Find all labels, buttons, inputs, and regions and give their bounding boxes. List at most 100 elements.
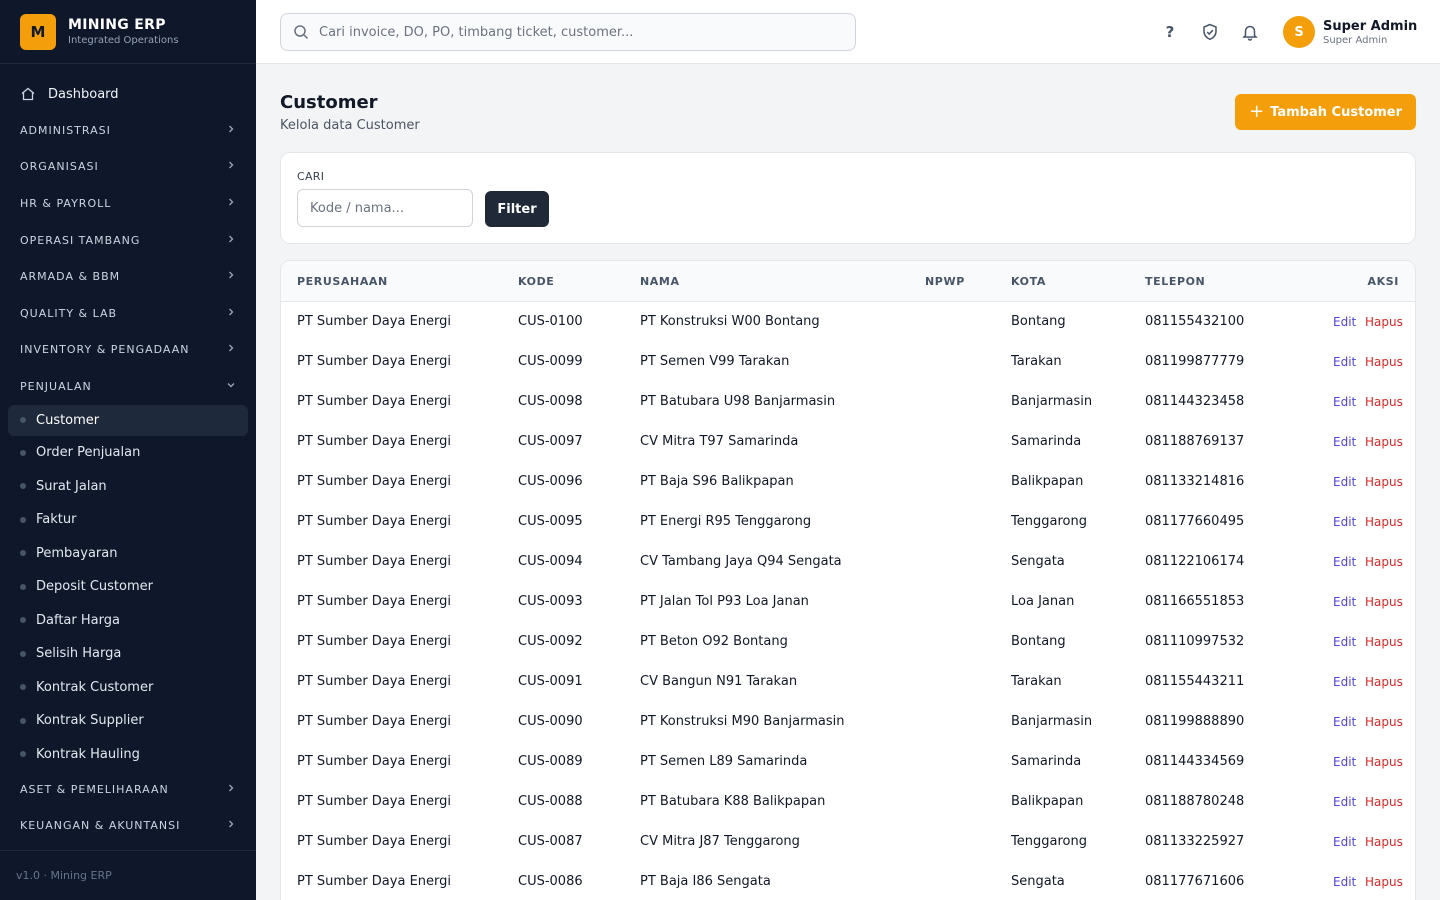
delete-link[interactable]: Hapus xyxy=(1365,675,1403,689)
cell-kode: CUS-0089 xyxy=(518,754,583,769)
cell-kota: Banjarmasin xyxy=(1011,714,1093,729)
table-row[interactable]: PT Sumber Daya Energi CUS-0087 CV Mitra J8… xyxy=(281,822,1415,862)
edit-link[interactable]: Edit xyxy=(1333,555,1356,569)
sidebar-item-pembayaran[interactable]: Pembayaran xyxy=(8,536,248,570)
sidebar-section-aset-and-pemeliharaan[interactable]: ASET & PEMELIHARAAN xyxy=(0,771,256,808)
edit-link[interactable]: Edit xyxy=(1333,435,1356,449)
edit-link[interactable]: Edit xyxy=(1333,715,1356,729)
sidebar-section-administrasi[interactable]: ADMINISTRASI xyxy=(0,112,256,149)
global-search[interactable] xyxy=(280,13,856,51)
delete-link[interactable]: Hapus xyxy=(1365,595,1403,609)
delete-link[interactable]: Hapus xyxy=(1365,515,1403,529)
column-header-nama[interactable]: NAMA xyxy=(640,275,680,288)
delete-link[interactable]: Hapus xyxy=(1365,395,1403,409)
sidebar-item-kontrak-hauling[interactable]: Kontrak Hauling xyxy=(8,737,248,771)
table-row[interactable]: PT Sumber Daya Energi CUS-0089 PT Semen L8… xyxy=(281,742,1415,782)
cell-kode: CUS-0100 xyxy=(518,314,583,329)
user-menu[interactable]: S Super Admin Super Admin xyxy=(1283,16,1417,48)
delete-link[interactable]: Hapus xyxy=(1365,435,1403,449)
sidebar-item-kontrak-supplier[interactable]: Kontrak Supplier xyxy=(8,704,248,738)
table-row[interactable]: PT Sumber Daya Energi CUS-0094 CV Tambang … xyxy=(281,542,1415,582)
column-header-npwp[interactable]: NPWP xyxy=(925,275,965,288)
delete-link[interactable]: Hapus xyxy=(1365,555,1403,569)
search-input[interactable] xyxy=(319,24,839,40)
sidebar-section-hr-and-payroll[interactable]: HR & PAYROLL xyxy=(0,185,256,222)
sidebar-item-label: Kontrak Customer xyxy=(36,679,154,695)
delete-link[interactable]: Hapus xyxy=(1365,795,1403,809)
sidebar-section-inventory-and-pengadaan[interactable]: INVENTORY & PENGADAAN xyxy=(0,332,256,369)
delete-link[interactable]: Hapus xyxy=(1365,715,1403,729)
delete-link[interactable]: Hapus xyxy=(1365,355,1403,369)
bullet-icon xyxy=(20,583,26,590)
column-header-perusahaan[interactable]: PERUSAHAAN xyxy=(297,275,388,288)
sidebar-item-dashboard[interactable]: Dashboard xyxy=(0,76,256,112)
filter-button[interactable]: Filter xyxy=(485,191,549,227)
table-row[interactable]: PT Sumber Daya Energi CUS-0095 PT Energi R… xyxy=(281,502,1415,542)
sidebar-section-operasi-tambang[interactable]: OPERASI TAMBANG xyxy=(0,222,256,259)
table-row[interactable]: PT Sumber Daya Energi CUS-0086 PT Baja I86… xyxy=(281,862,1415,900)
add-customer-button[interactable]: + Tambah Customer xyxy=(1235,94,1416,130)
sidebar-item-daftar-harga[interactable]: Daftar Harga xyxy=(8,603,248,637)
edit-link[interactable]: Edit xyxy=(1333,875,1356,889)
sidebar-item-order-penjualan[interactable]: Order Penjualan xyxy=(8,436,248,470)
delete-link[interactable]: Hapus xyxy=(1365,875,1403,889)
column-header-aksi[interactable]: AKSI xyxy=(1368,275,1399,288)
table-row[interactable]: PT Sumber Daya Energi CUS-0091 CV Bangun N… xyxy=(281,662,1415,702)
cell-nama: PT Batubara U98 Banjarmasin xyxy=(640,394,836,409)
sidebar-item-selisih-harga[interactable]: Selisih Harga xyxy=(8,637,248,671)
sidebar-item-customer[interactable]: Customer xyxy=(8,404,248,436)
delete-link[interactable]: Hapus xyxy=(1365,835,1403,849)
table-row[interactable]: PT Sumber Daya Energi CUS-0088 PT Batubara… xyxy=(281,782,1415,822)
cell-kode: CUS-0094 xyxy=(518,554,583,569)
help-icon[interactable]: ? xyxy=(1160,20,1180,44)
page-title: Customer xyxy=(280,92,378,113)
brand[interactable]: M MINING ERP Integrated Operations xyxy=(0,0,256,64)
shield-check-icon[interactable] xyxy=(1200,20,1220,44)
filter-search-input[interactable] xyxy=(297,189,473,227)
sidebar-item-faktur[interactable]: Faktur xyxy=(8,503,248,537)
delete-link[interactable]: Hapus xyxy=(1365,315,1403,329)
edit-link[interactable]: Edit xyxy=(1333,475,1356,489)
sidebar-section-quality-and-lab[interactable]: QUALITY & LAB xyxy=(0,295,256,332)
sidebar-item-kontrak-customer[interactable]: Kontrak Customer xyxy=(8,670,248,704)
sidebar-section-keuangan-and-akuntansi[interactable]: KEUANGAN & AKUNTANSI xyxy=(0,807,256,844)
column-header-kota[interactable]: KOTA xyxy=(1011,275,1046,288)
table-row[interactable]: PT Sumber Daya Energi CUS-0096 PT Baja S96… xyxy=(281,462,1415,502)
delete-link[interactable]: Hapus xyxy=(1365,755,1403,769)
edit-link[interactable]: Edit xyxy=(1333,795,1356,809)
cell-perusahaan: PT Sumber Daya Energi xyxy=(297,354,451,369)
bell-icon[interactable] xyxy=(1240,20,1260,44)
edit-link[interactable]: Edit xyxy=(1333,515,1356,529)
sidebar-section-penjualan[interactable]: PENJUALAN xyxy=(0,368,256,405)
cell-nama: PT Baja I86 Sengata xyxy=(640,874,771,889)
sidebar-item-surat-jalan[interactable]: Surat Jalan xyxy=(8,469,248,503)
table-row[interactable]: PT Sumber Daya Energi CUS-0092 PT Beton O9… xyxy=(281,622,1415,662)
cell-kota: Sengata xyxy=(1011,554,1065,569)
edit-link[interactable]: Edit xyxy=(1333,315,1356,329)
edit-link[interactable]: Edit xyxy=(1333,355,1356,369)
table-row[interactable]: PT Sumber Daya Energi CUS-0100 PT Konstruk… xyxy=(281,302,1415,342)
edit-link[interactable]: Edit xyxy=(1333,395,1356,409)
edit-link[interactable]: Edit xyxy=(1333,835,1356,849)
sidebar-section-organisasi[interactable]: ORGANISASI xyxy=(0,149,256,186)
cell-kota: Samarinda xyxy=(1011,754,1082,769)
edit-link[interactable]: Edit xyxy=(1333,675,1356,689)
cell-telepon: 081199888890 xyxy=(1145,714,1245,729)
edit-link[interactable]: Edit xyxy=(1333,595,1356,609)
delete-link[interactable]: Hapus xyxy=(1365,635,1403,649)
cell-kota: Samarinda xyxy=(1011,434,1082,449)
edit-link[interactable]: Edit xyxy=(1333,635,1356,649)
table-row[interactable]: PT Sumber Daya Energi CUS-0098 PT Batubara… xyxy=(281,382,1415,422)
delete-link[interactable]: Hapus xyxy=(1365,475,1403,489)
table-row[interactable]: PT Sumber Daya Energi CUS-0097 CV Mitra T9… xyxy=(281,422,1415,462)
column-header-telepon[interactable]: TELEPON xyxy=(1145,275,1205,288)
topbar: ? S Super Admin Super Admin xyxy=(256,0,1440,64)
table-row[interactable]: PT Sumber Daya Energi CUS-0093 PT Jalan To… xyxy=(281,582,1415,622)
table-row[interactable]: PT Sumber Daya Energi CUS-0090 PT Konstruk… xyxy=(281,702,1415,742)
sidebar-section-armada-and-bbm[interactable]: ARMADA & BBM xyxy=(0,258,256,295)
column-header-kode[interactable]: KODE xyxy=(518,275,554,288)
sidebar-item-deposit-customer[interactable]: Deposit Customer xyxy=(8,570,248,604)
table-row[interactable]: PT Sumber Daya Energi CUS-0099 PT Semen V9… xyxy=(281,342,1415,382)
sidebar-item-label: Selisih Harga xyxy=(36,646,122,661)
edit-link[interactable]: Edit xyxy=(1333,755,1356,769)
